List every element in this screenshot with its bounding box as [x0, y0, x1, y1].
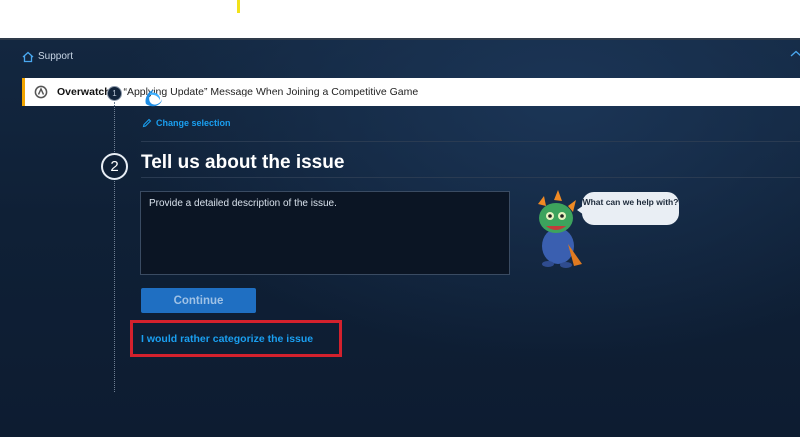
home-icon-right[interactable]: [790, 50, 800, 62]
support-nav[interactable]: Support: [0, 40, 800, 73]
step1-number: 1: [107, 86, 122, 101]
change-selection-label[interactable]: Change selection: [156, 118, 231, 128]
battlenet-icon: [145, 90, 162, 107]
categorize-issue-link[interactable]: I would rather categorize the issue: [141, 333, 313, 345]
continue-button[interactable]: Continue: [141, 288, 256, 313]
murloc-mascot-image: [538, 190, 582, 268]
text-cursor-mark: [237, 0, 240, 13]
outer-page-top: [0, 0, 800, 38]
steps-timeline: [114, 102, 115, 392]
section-divider: [141, 177, 800, 178]
issue-description-input[interactable]: [140, 191, 510, 275]
change-selection-link[interactable]: Change selection: [142, 118, 231, 128]
section-divider: [141, 141, 800, 142]
step1-title: Account, App, & Shop: [173, 92, 295, 106]
home-icon: [22, 51, 34, 62]
overwatch-logo-icon: [34, 85, 48, 99]
pencil-icon: [142, 118, 152, 128]
step2-title: Tell us about the issue: [141, 152, 345, 173]
article-banner[interactable]: Overwatch 2 “Applying Update” Message Wh…: [22, 78, 800, 106]
step2-number: 2: [101, 153, 128, 180]
support-label[interactable]: Support: [38, 51, 73, 62]
helper-speech-bubble: What can we help with?: [582, 192, 679, 225]
